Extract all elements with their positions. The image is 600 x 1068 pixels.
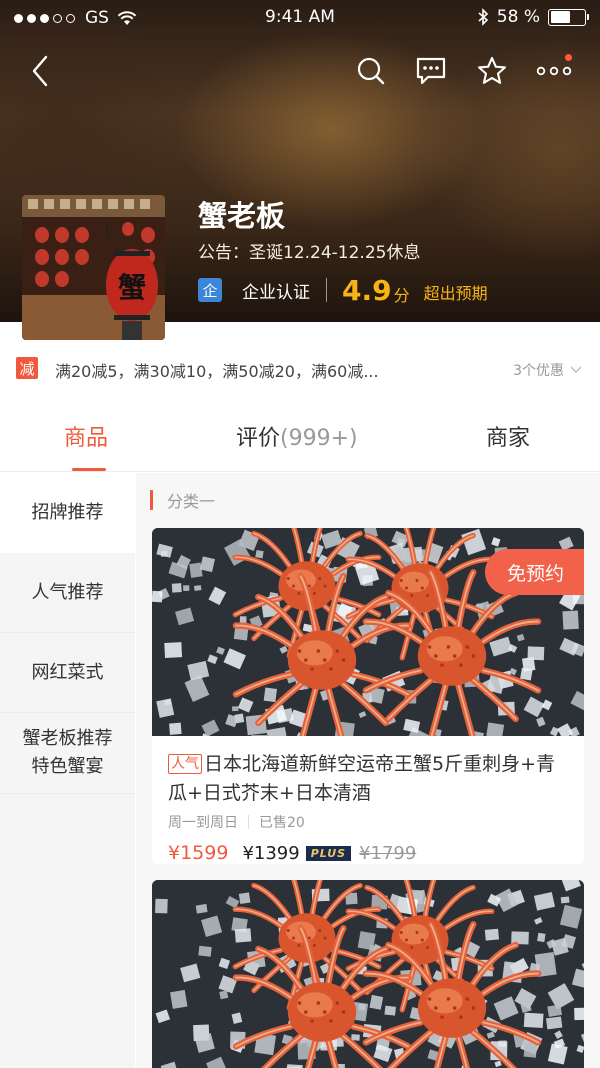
score-note: 超出预期 xyxy=(423,284,488,303)
crab-image xyxy=(152,880,584,1068)
enterprise-cert-icon: 企 xyxy=(198,278,222,302)
product-image[interactable]: 免预约 xyxy=(152,528,584,736)
popular-tag: 人气 xyxy=(168,754,202,774)
product-title-text: 日本北海道新鲜空运帝王蟹5斤重刺身+青瓜+日式芥末+日本清酒 xyxy=(168,753,556,804)
promotion-count[interactable]: 3个优惠 xyxy=(513,360,582,380)
product-schedule: 周一到周日 xyxy=(168,815,238,831)
product-sold: 已售20 xyxy=(259,815,305,831)
tab-goods[interactable]: 商品 xyxy=(64,420,108,452)
active-tab-indicator xyxy=(72,468,106,471)
score-unit: 分 xyxy=(393,286,410,305)
section-marker xyxy=(150,490,153,510)
category-item-popular[interactable]: 人气推荐 xyxy=(0,553,135,633)
chevron-down-icon xyxy=(570,366,582,373)
section-title: 分类一 xyxy=(167,492,216,511)
promotion-count-label: 3个优惠 xyxy=(513,363,564,379)
more-button[interactable] xyxy=(532,46,576,96)
message-icon xyxy=(416,57,446,85)
message-button[interactable] xyxy=(409,46,453,96)
enterprise-cert-label: 企业认证 xyxy=(242,282,310,303)
category-sidebar: 招牌推荐 人气推荐 网红菜式 蟹老板推荐特色蟹宴 xyxy=(0,473,135,1068)
battery-icon xyxy=(548,8,589,26)
category-item-signature[interactable]: 招牌推荐 xyxy=(0,473,135,553)
divider xyxy=(326,278,327,302)
product-card-second[interactable] xyxy=(152,880,584,1068)
price-row: ¥1599 ¥1399 PLUS ¥1799 xyxy=(168,838,584,864)
discount-icon: 减 xyxy=(16,357,38,379)
star-icon xyxy=(477,56,507,84)
status-bar: GS 9:41 AM 58 % xyxy=(0,0,600,36)
product-card[interactable]: 免预约 人气 日本北海道新鲜空运帝王蟹5斤重刺身+青瓜+日式芥末+日本清酒 周一到… xyxy=(152,528,584,864)
battery-level xyxy=(550,11,570,23)
product-list: 分类一 免预约 人气 日本北海道新鲜空运帝王蟹5斤重刺身+青瓜+日式芥末+日本清酒… xyxy=(136,473,600,1068)
promotion-row[interactable]: 减 满20减5，满30减10，满50减20，满60减... 3个优惠 xyxy=(0,346,600,388)
shop-score: 4.9 xyxy=(342,273,392,307)
nav-bar xyxy=(0,46,600,96)
shop-name: 蟹老板 xyxy=(198,199,286,233)
section-header: 分类一 xyxy=(150,489,215,511)
svg-text:蟹: 蟹 xyxy=(118,271,146,304)
plus-badge: PLUS xyxy=(305,845,352,861)
shop-photo[interactable]: 蟹 xyxy=(22,195,165,340)
tab-reviews-count: (999+) xyxy=(280,426,358,451)
shop-notice: 公告：圣诞12.24-12.25休息 xyxy=(198,243,421,263)
search-button[interactable] xyxy=(349,46,393,96)
more-icon xyxy=(536,66,572,76)
original-price: ¥1799 xyxy=(359,842,417,864)
divider xyxy=(248,815,249,829)
promotion-text: 满20减5，满30减10，满50减20，满60减... xyxy=(55,362,379,381)
back-button[interactable] xyxy=(18,46,62,96)
no-reservation-tag: 免预约 xyxy=(484,549,584,595)
storefront-image: 蟹 xyxy=(22,195,165,340)
tab-merchant[interactable]: 商家 xyxy=(486,420,530,452)
shop-rating-row: 企 企业认证 4.9 分 超出预期 xyxy=(198,273,488,307)
product-title: 人气 日本北海道新鲜空运帝王蟹5斤重刺身+青瓜+日式芥末+日本清酒 xyxy=(168,750,570,808)
tab-reviews[interactable]: 评价(999+) xyxy=(236,420,358,452)
tab-bar: 商品 评价(999+) 商家 xyxy=(0,400,600,472)
bluetooth-icon xyxy=(478,8,488,26)
plus-price: ¥1399 xyxy=(242,842,300,864)
notification-dot xyxy=(565,54,572,61)
category-item-crab-feast[interactable]: 蟹老板推荐特色蟹宴 xyxy=(0,713,135,794)
product-meta: 周一到周日 已售20 xyxy=(168,812,584,832)
back-icon xyxy=(32,55,48,87)
favorite-button[interactable] xyxy=(470,46,514,96)
tab-reviews-label: 评价 xyxy=(236,426,281,451)
search-icon xyxy=(357,57,385,85)
product-image[interactable] xyxy=(152,880,584,1068)
battery-percent: 58 % xyxy=(496,7,540,27)
category-item-trending[interactable]: 网红菜式 xyxy=(0,633,135,713)
product-price: ¥1599 xyxy=(168,842,229,864)
